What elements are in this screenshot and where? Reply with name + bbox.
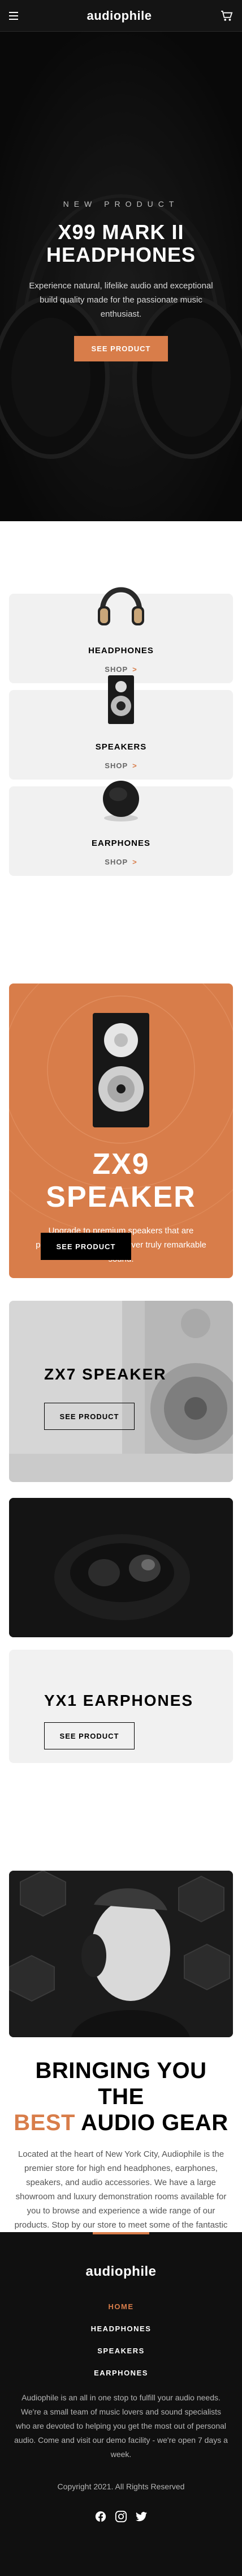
- yx1-earphones-image: [9, 1498, 233, 1637]
- earphones-thumbnail: [103, 781, 139, 821]
- zx9-speaker-image: [93, 1013, 149, 1127]
- hero-overline: NEW PRODUCT: [63, 199, 179, 208]
- category-name: HEADPHONES: [88, 646, 154, 655]
- zx7-see-product-button[interactable]: SEE PRODUCT: [44, 1403, 135, 1430]
- hero-title: X99 MARK II HEADPHONES: [46, 220, 196, 266]
- chevron-right-icon: >: [132, 858, 137, 866]
- zx7-title: ZX7 SPEAKER: [44, 1365, 167, 1383]
- category-name: EARPHONES: [91, 838, 151, 848]
- about-section: BRINGING YOU THE BEST AUDIO GEAR Located…: [9, 1871, 233, 2260]
- yx1-see-product-button[interactable]: SEE PRODUCT: [44, 1722, 135, 1749]
- about-man-headphones-image: [9, 1871, 233, 2037]
- hero-see-product-button[interactable]: SEE PRODUCT: [74, 336, 168, 361]
- footer-accent-bar: [93, 2232, 149, 2234]
- shop-link-label: SHOP: [105, 858, 128, 866]
- shop-link[interactable]: SHOP >: [9, 858, 233, 866]
- category-list: HEADPHONES SHOP > SPEAKERS SHOP > EARPHONE…: [0, 521, 242, 876]
- footer-nav-earphones[interactable]: EARPHONES: [0, 2369, 242, 2377]
- facebook-icon[interactable]: [94, 2510, 107, 2523]
- about-title-line: BRINGING YOU THE: [35, 2058, 207, 2109]
- about-title-accent: BEST: [14, 2110, 75, 2135]
- category-card-earphones[interactable]: EARPHONES SHOP >: [9, 781, 233, 876]
- site-header: audiophile: [0, 0, 242, 32]
- footer-nav-headphones[interactable]: HEADPHONES: [0, 2324, 242, 2333]
- hero-description: Experience natural, lifelike audio and e…: [29, 281, 213, 319]
- site-footer: audiophile HOME HEADPHONES SPEAKERS EARP…: [0, 2232, 242, 2576]
- about-title-rest: AUDIO GEAR: [75, 2110, 228, 2135]
- yx1-earphones-illustration: [9, 1498, 233, 1637]
- yx1-promo: YX1 EARPHONES SEE PRODUCT: [9, 1650, 233, 1763]
- footer-copyright: Copyright 2021. All Rights Reserved: [57, 2482, 185, 2491]
- about-title: BRINGING YOU THE BEST AUDIO GEAR: [9, 2058, 233, 2136]
- category-name: SPEAKERS: [95, 742, 147, 752]
- instagram-icon[interactable]: [115, 2510, 127, 2523]
- zx9-see-product-button[interactable]: SEE PRODUCT: [41, 1233, 131, 1260]
- zx9-title: ZX9 SPEAKER: [9, 1148, 233, 1214]
- hero-section: NEW PRODUCT X99 MARK II HEADPHONES Exper…: [0, 32, 242, 521]
- social-links: [0, 2510, 242, 2523]
- footer-nav-home[interactable]: HOME: [0, 2302, 242, 2311]
- zx7-promo: ZX7 SPEAKER SEE PRODUCT: [9, 1301, 233, 1482]
- footer-nav-speakers[interactable]: SPEAKERS: [0, 2347, 242, 2355]
- zx9-title-line: SPEAKER: [46, 1181, 196, 1214]
- yx1-title: YX1 EARPHONES: [44, 1692, 194, 1709]
- speaker-thumbnail: [108, 675, 134, 724]
- cart-icon[interactable]: [221, 10, 233, 22]
- about-illustration: [9, 1871, 233, 2037]
- footer-nav: HOME HEADPHONES SPEAKERS EARPHONES: [0, 2302, 242, 2377]
- hamburger-icon[interactable]: [9, 11, 18, 20]
- twitter-icon[interactable]: [135, 2510, 148, 2523]
- footer-description: Audiophile is an all in one stop to fulf…: [14, 2393, 228, 2459]
- headphones-thumbnail: [98, 587, 144, 625]
- zx9-title-line: ZX9: [92, 1148, 150, 1181]
- zx9-promo: ZX9 SPEAKER Upgrade to premium speakers …: [9, 983, 233, 1278]
- footer-logo[interactable]: audiophile: [0, 2264, 242, 2280]
- zx7-speaker-image: [9, 1301, 233, 1482]
- logo[interactable]: audiophile: [87, 8, 152, 23]
